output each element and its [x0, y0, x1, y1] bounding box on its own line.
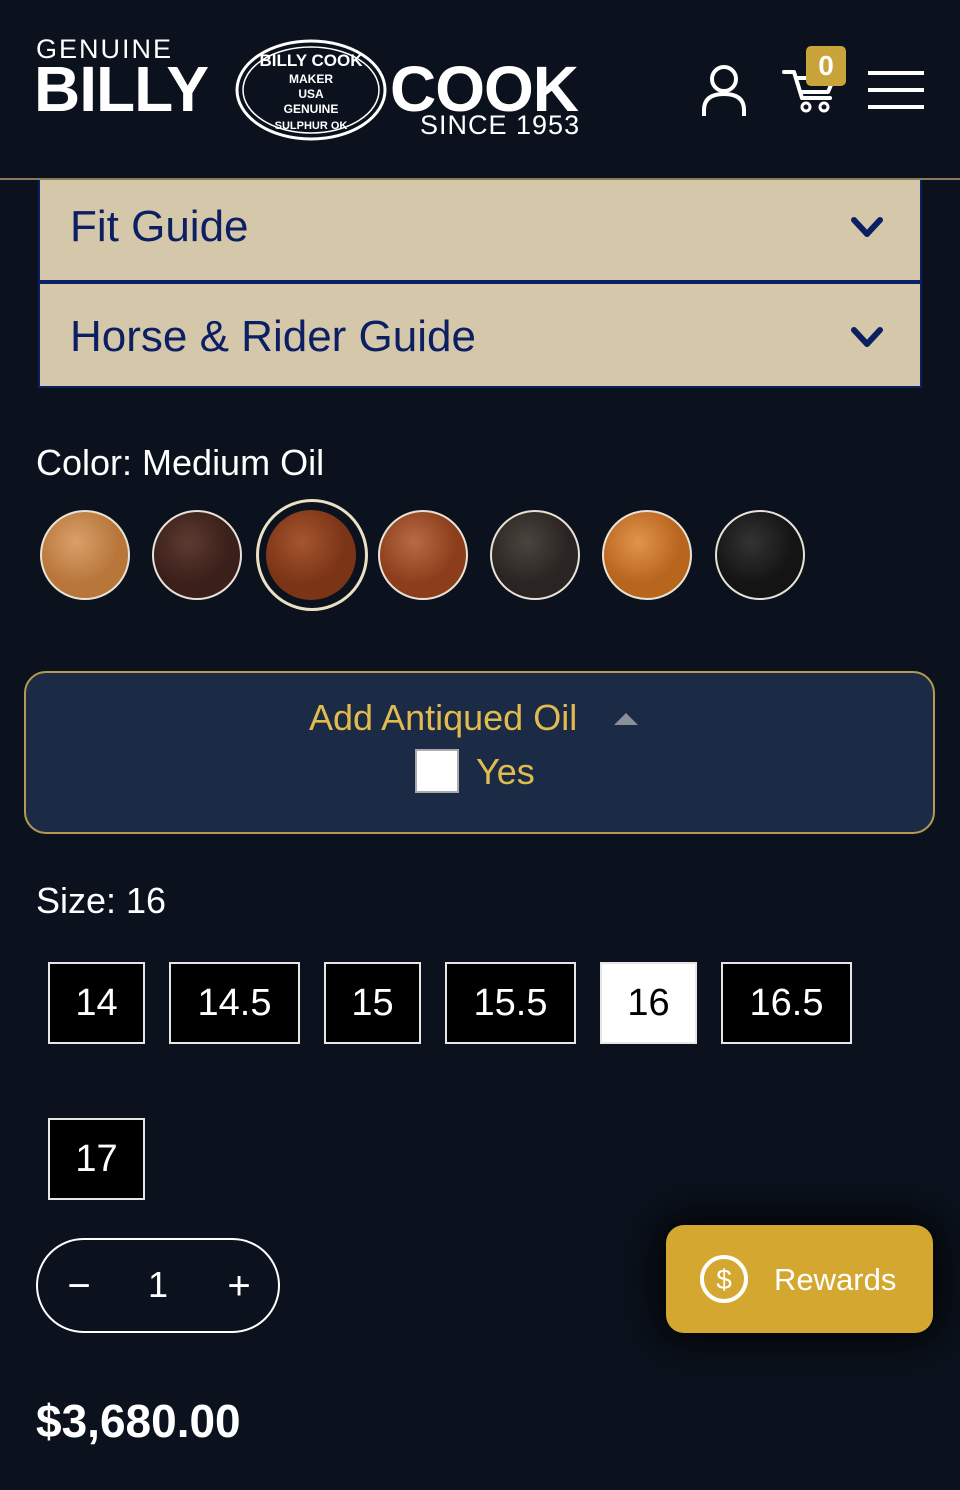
- svg-text:BILLY COOK: BILLY COOK: [260, 51, 364, 70]
- account-icon[interactable]: [700, 64, 748, 118]
- antiqued-oil-panel: Add Antiqued Oil Yes: [24, 671, 935, 834]
- logo-billy-text: BILLY: [34, 53, 209, 125]
- svg-text:$: $: [716, 1264, 732, 1295]
- color-label: Color: Medium Oil: [36, 442, 325, 483]
- quantity-stepper: − 1 +: [36, 1238, 280, 1333]
- logo-since-text: SINCE 1953: [420, 110, 581, 140]
- color-swatch-4[interactable]: [378, 510, 468, 600]
- quantity-increase-button[interactable]: +: [222, 1262, 256, 1310]
- color-swatch-2[interactable]: [152, 510, 242, 600]
- chevron-down-icon: [851, 217, 883, 237]
- color-swatch-7[interactable]: [715, 510, 805, 600]
- size-option-15[interactable]: 15: [324, 962, 421, 1044]
- antiqued-oil-yes-label[interactable]: Yes: [476, 751, 535, 793]
- size-option-14[interactable]: 14: [48, 962, 145, 1044]
- svg-text:MAKER: MAKER: [289, 72, 333, 86]
- horse-rider-guide-accordion[interactable]: Horse & Rider Guide: [38, 282, 922, 388]
- size-option-15-5[interactable]: 15.5: [445, 962, 576, 1044]
- quantity-decrease-button[interactable]: −: [62, 1262, 96, 1310]
- size-option-17[interactable]: 17: [48, 1118, 145, 1200]
- quantity-value[interactable]: 1: [140, 1264, 176, 1306]
- rewards-label: Rewards: [774, 1262, 897, 1297]
- svg-text:SULPHUR OK: SULPHUR OK: [275, 120, 348, 132]
- menu-icon[interactable]: [868, 71, 924, 109]
- product-price: $3,680.00: [36, 1395, 241, 1447]
- size-label: Size: 16: [36, 880, 167, 921]
- dollar-coin-icon: $: [700, 1255, 748, 1303]
- size-option-16[interactable]: 16: [600, 962, 697, 1044]
- billy-cook-logo[interactable]: GENUINE BILLY BILLY COOK MAKER USA GENUI…: [34, 30, 604, 145]
- svg-text:USA: USA: [298, 87, 324, 101]
- antiqued-oil-title[interactable]: Add Antiqued Oil: [309, 697, 577, 739]
- accordion-label: Fit Guide: [70, 202, 249, 251]
- antiqued-oil-checkbox[interactable]: [415, 749, 459, 793]
- chevron-down-icon: [851, 327, 883, 347]
- accordion-label: Horse & Rider Guide: [70, 312, 476, 361]
- fit-guide-accordion[interactable]: Fit Guide: [38, 180, 922, 282]
- size-option-14-5[interactable]: 14.5: [169, 962, 300, 1044]
- color-swatch-1[interactable]: [40, 510, 130, 600]
- size-option-16-5[interactable]: 16.5: [721, 962, 852, 1044]
- color-swatch-6[interactable]: [602, 510, 692, 600]
- caret-up-icon[interactable]: [614, 711, 638, 725]
- svg-text:GENUINE: GENUINE: [284, 102, 339, 116]
- site-header: GENUINE BILLY BILLY COOK MAKER USA GENUI…: [0, 0, 960, 180]
- color-swatch-5[interactable]: [490, 510, 580, 600]
- logo-seal-icon: BILLY COOK MAKER USA GENUINE SULPHUR OK: [235, 39, 387, 141]
- color-swatch-3[interactable]: [266, 510, 356, 600]
- cart-count-badge[interactable]: 0: [806, 46, 846, 86]
- rewards-button[interactable]: $ Rewards: [666, 1225, 933, 1333]
